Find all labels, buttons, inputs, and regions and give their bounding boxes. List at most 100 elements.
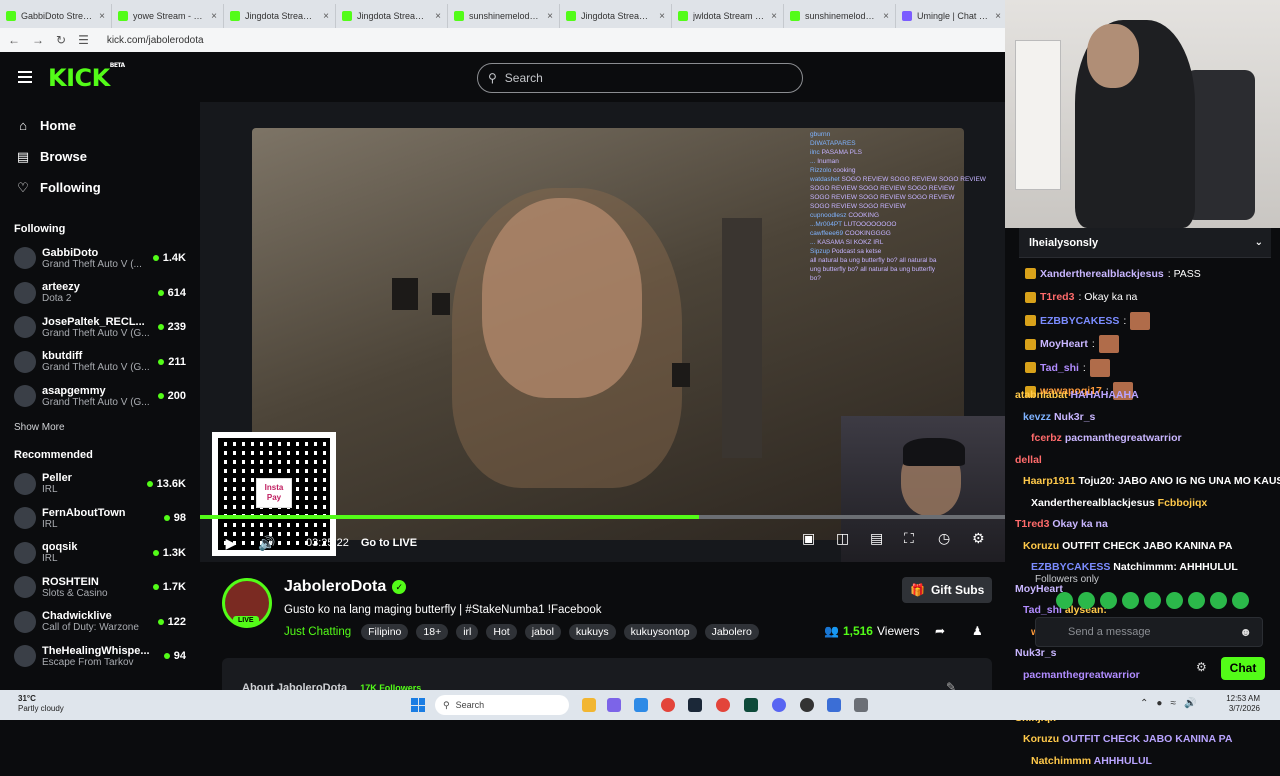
calculator-icon[interactable]	[854, 698, 868, 712]
close-tab-icon[interactable]: ×	[547, 11, 553, 22]
settings-gear-icon[interactable]: ⚙	[972, 530, 985, 547]
kick-logo[interactable]: KICKBETA	[48, 64, 125, 92]
weather-widget[interactable]: 31°C Partly cloudy	[18, 694, 64, 714]
recommended-channel[interactable]: PellerIRL13.6K	[0, 467, 200, 502]
emote-icon[interactable]	[1144, 592, 1161, 609]
seek-bar[interactable]	[200, 515, 1005, 519]
site-info-icon[interactable]: ☰	[78, 33, 89, 47]
chat-username[interactable]: T1red3	[1040, 291, 1074, 303]
close-tab-icon[interactable]: ×	[659, 11, 665, 22]
browser-tab[interactable]: sunshinemelodyyy S×	[448, 4, 560, 28]
chat-username[interactable]: Tad_shi	[1040, 362, 1079, 374]
emote-icon[interactable]	[1100, 592, 1117, 609]
speed-icon[interactable]: ◷	[938, 530, 950, 547]
close-tab-icon[interactable]: ×	[771, 11, 777, 22]
discord-icon[interactable]	[772, 698, 786, 712]
browser-tab[interactable]: yowe Stream - Watc×	[112, 4, 224, 28]
play-icon[interactable]: ▶	[220, 535, 242, 552]
tag-chip[interactable]: Hot	[486, 624, 516, 640]
copilot-icon[interactable]	[607, 698, 621, 712]
recommended-channel[interactable]: ROSHTEINSlots & Casino1.7K	[0, 570, 200, 605]
mic-icon[interactable]: ●	[1156, 698, 1162, 709]
edge-icon[interactable]	[634, 698, 648, 712]
chevron-down-icon[interactable]: ⌄	[1255, 237, 1263, 248]
following-channel[interactable]: arteezyDota 2614	[0, 276, 200, 311]
emote-icon[interactable]	[1078, 592, 1095, 609]
close-tab-icon[interactable]: ×	[99, 11, 105, 22]
browser-tab[interactable]: Jingdota Stream - W×	[560, 4, 672, 28]
chat-input[interactable]: Send a message ☻	[1035, 617, 1263, 647]
close-tab-icon[interactable]: ×	[995, 11, 1001, 22]
volume-icon[interactable]: 🔊	[1184, 698, 1196, 709]
show-more-link[interactable]: Show More	[0, 422, 200, 433]
captions-icon[interactable]: ▣	[802, 530, 815, 547]
start-button[interactable]	[411, 698, 425, 712]
close-tab-icon[interactable]: ×	[323, 11, 329, 22]
theater-mode-icon[interactable]: ▤	[870, 530, 883, 547]
url-field[interactable]: kick.com/jabolerodota	[107, 35, 204, 46]
close-tab-icon[interactable]: ×	[435, 11, 441, 22]
tag-chip[interactable]: kukuysontop	[624, 624, 697, 640]
emote-icon[interactable]	[1166, 592, 1183, 609]
app-icon[interactable]	[827, 698, 841, 712]
tag-chip[interactable]: irl	[456, 624, 478, 640]
browser-tab[interactable]: Jingdota Stream - W×	[224, 4, 336, 28]
following-channel[interactable]: GabbiDotoGrand Theft Auto V (...1.4K	[0, 241, 200, 276]
volume-icon[interactable]: 🔊	[256, 535, 278, 552]
browser-tab[interactable]: Umingle | Chat with×	[896, 4, 1008, 28]
following-channel[interactable]: kbutdiffGrand Theft Auto V (G...211	[0, 345, 200, 380]
file-explorer-icon[interactable]	[582, 698, 596, 712]
obs-icon[interactable]	[800, 698, 814, 712]
emoji-icon[interactable]: ☻	[1239, 625, 1252, 639]
share-icon[interactable]: ➦	[935, 624, 945, 638]
close-tab-icon[interactable]: ×	[883, 11, 889, 22]
search-input[interactable]: ⚲ Search	[477, 63, 803, 93]
chevron-up-icon[interactable]: ⌃	[1140, 698, 1148, 709]
chat-username[interactable]: EZBBYCAKESS	[1040, 315, 1119, 327]
reload-icon[interactable]: ↻	[56, 33, 66, 47]
tag-chip[interactable]: jabol	[525, 624, 561, 640]
gift-subs-button[interactable]: 🎁Gift Subs	[902, 577, 992, 603]
following-channel[interactable]: asapgemmyGrand Theft Auto V (G...200	[0, 379, 200, 414]
menu-icon[interactable]	[18, 71, 32, 83]
chrome-icon[interactable]	[661, 698, 675, 712]
forward-icon[interactable]: →	[32, 33, 44, 47]
browser-tab[interactable]: Jingdota Stream - W×	[336, 4, 448, 28]
tag-chip[interactable]: kukuys	[569, 624, 616, 640]
go-to-live-button[interactable]: Go to LIVE	[361, 537, 417, 549]
browser-tab[interactable]: jwldota Stream - Wa×	[672, 4, 784, 28]
taskbar-search[interactable]: ⚲Search	[435, 695, 569, 715]
tag-chip[interactable]: 18+	[416, 624, 448, 640]
tag-chip[interactable]: Jabolero	[705, 624, 759, 640]
chat-settings-icon[interactable]: ⚙	[1196, 660, 1207, 674]
emote-icon[interactable]	[1056, 592, 1073, 609]
category-link[interactable]: Just Chatting	[284, 626, 351, 638]
chat-send-button[interactable]: Chat	[1221, 657, 1265, 680]
tag-chip[interactable]: Filipino	[361, 624, 408, 640]
browser-tab[interactable]: sunshinemelodyyy S×	[784, 4, 896, 28]
emote-icon[interactable]	[1232, 592, 1249, 609]
recommended-channel[interactable]: FernAboutTownIRL98	[0, 501, 200, 536]
emote-icon[interactable]	[1122, 592, 1139, 609]
chat-username[interactable]: Xanderthereal​blackjesus	[1040, 268, 1164, 280]
back-icon[interactable]: ←	[8, 33, 20, 47]
browser-tab[interactable]: GabbiDoto Stream - ×	[0, 4, 112, 28]
chat-username[interactable]: MoyHeart	[1040, 338, 1088, 350]
recommended-channel[interactable]: TheHealingWhispe...Escape From Tarkov94	[0, 639, 200, 674]
chrome-icon[interactable]	[716, 698, 730, 712]
clip-icon[interactable]: ◫	[836, 530, 849, 547]
pinned-message[interactable]: lheialysonsly ⌄	[1019, 228, 1271, 258]
steam-icon[interactable]	[688, 698, 702, 712]
emote-icon[interactable]	[1188, 592, 1205, 609]
channel-name[interactable]: JaboleroDota✓	[284, 578, 406, 596]
recommended-channel[interactable]: qoqsikIRL1.3K	[0, 536, 200, 571]
close-tab-icon[interactable]: ×	[211, 11, 217, 22]
sidebar-item-browse[interactable]: ▤Browse	[0, 141, 200, 172]
emote-icon[interactable]	[1210, 592, 1227, 609]
clock[interactable]: 12:53 AM 3/7/2026	[1218, 694, 1260, 714]
follow-icon[interactable]: ♟	[972, 624, 983, 638]
fullscreen-icon[interactable]: ⛶	[904, 530, 914, 547]
sidebar-item-following[interactable]: ♡Following	[0, 172, 200, 203]
following-channel[interactable]: JosePaltek_RECL...Grand Theft Auto V (G.…	[0, 310, 200, 345]
recommended-channel[interactable]: ChadwickliveCall of Duty: Warzone122	[0, 605, 200, 640]
